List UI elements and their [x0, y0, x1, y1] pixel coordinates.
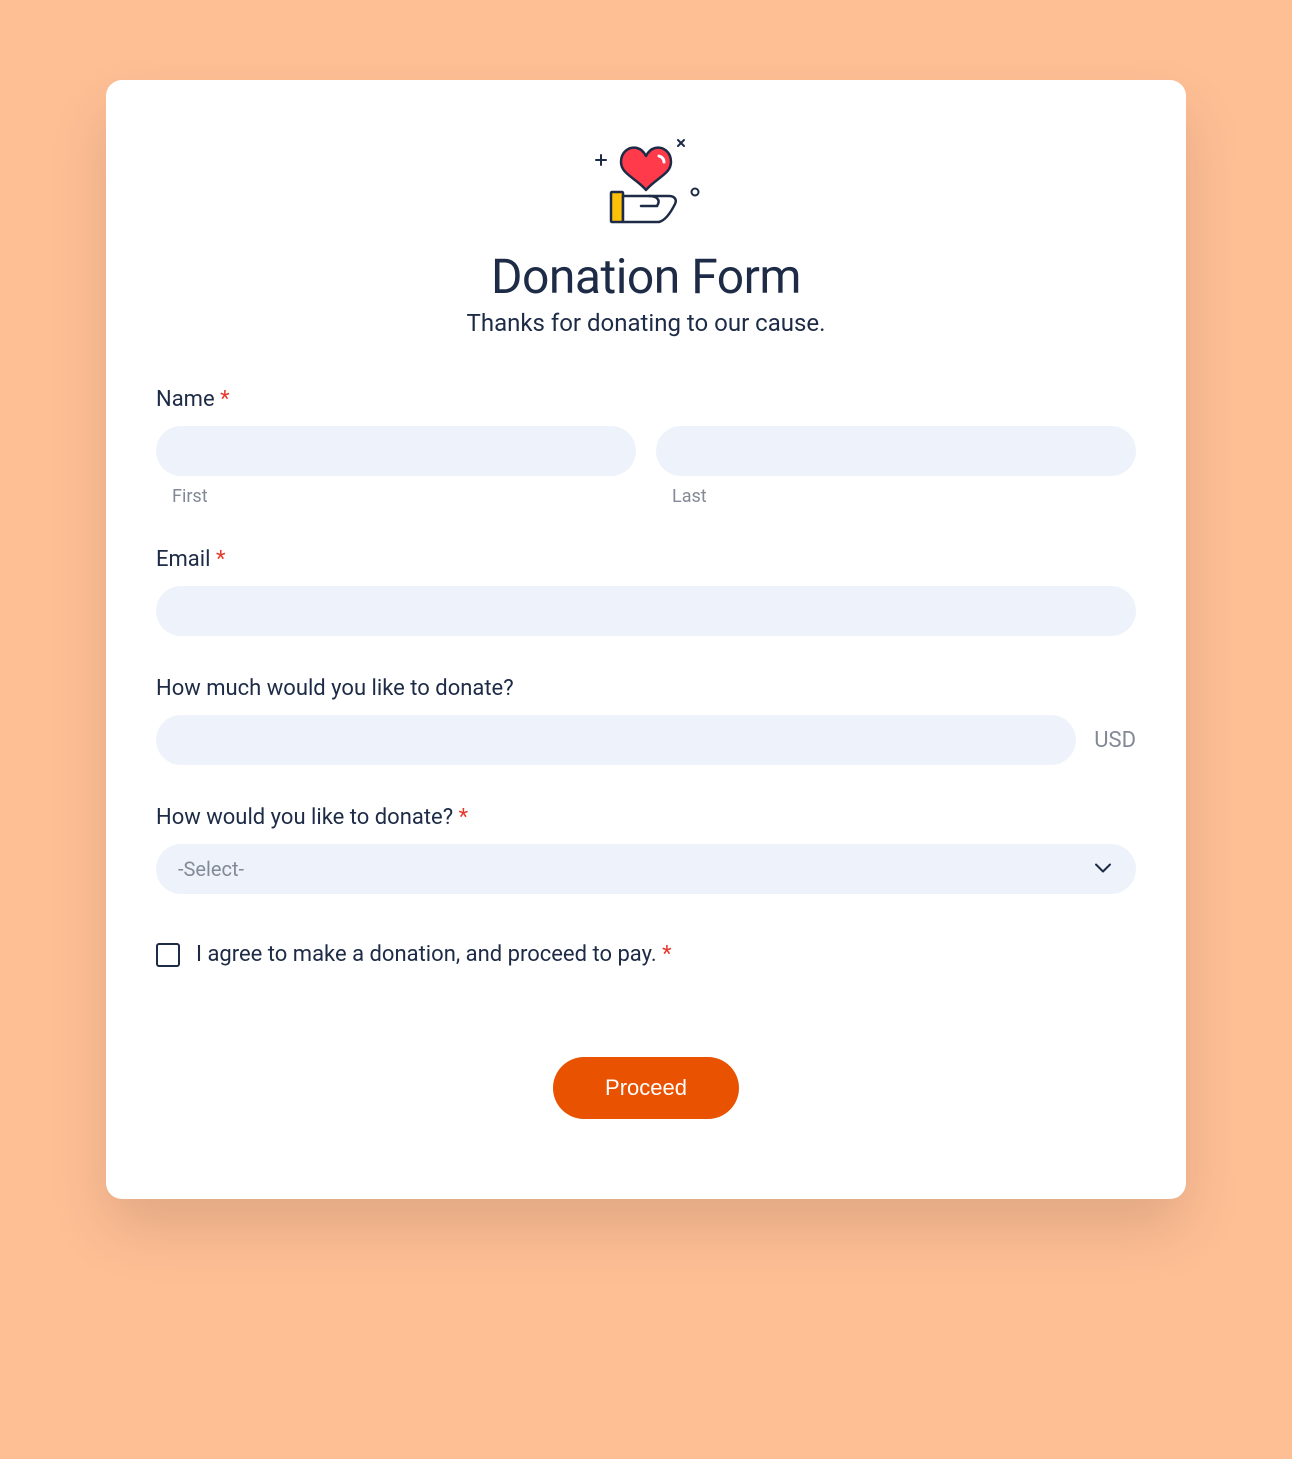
method-group: How would you like to donate? * -Select-	[156, 805, 1136, 894]
amount-group: How much would you like to donate? USD	[156, 676, 1136, 765]
submit-wrap: Proceed	[156, 1057, 1136, 1119]
form-header: Donation Form Thanks for donating to our…	[156, 130, 1136, 337]
required-mark: *	[220, 387, 229, 412]
required-mark: *	[662, 942, 671, 967]
last-name-sublabel: Last	[656, 486, 1136, 507]
first-name-sublabel: First	[156, 486, 636, 507]
agree-label: I agree to make a donation, and proceed …	[196, 942, 672, 967]
email-group: Email *	[156, 547, 1136, 636]
last-name-input[interactable]	[656, 426, 1136, 476]
method-select[interactable]: -Select-	[156, 844, 1136, 894]
method-label: How would you like to donate? *	[156, 805, 1136, 830]
amount-input[interactable]	[156, 715, 1076, 765]
currency-label: USD	[1094, 728, 1136, 753]
required-mark: *	[459, 805, 468, 830]
page-subtitle: Thanks for donating to our cause.	[156, 309, 1136, 337]
amount-label: How much would you like to donate?	[156, 676, 1136, 701]
email-input[interactable]	[156, 586, 1136, 636]
name-label: Name *	[156, 387, 1136, 412]
donation-logo-icon	[156, 130, 1136, 240]
proceed-button[interactable]: Proceed	[553, 1057, 739, 1119]
agree-checkbox[interactable]	[156, 943, 180, 967]
email-label: Email *	[156, 547, 1136, 572]
agree-row: I agree to make a donation, and proceed …	[156, 942, 1136, 967]
chevron-down-icon	[1094, 860, 1112, 879]
name-group: Name * First Last	[156, 387, 1136, 507]
required-mark: *	[216, 547, 225, 572]
method-select-value: -Select-	[178, 857, 244, 881]
page-title: Donation Form	[156, 248, 1136, 305]
first-name-input[interactable]	[156, 426, 636, 476]
donation-form-card: Donation Form Thanks for donating to our…	[106, 80, 1186, 1199]
